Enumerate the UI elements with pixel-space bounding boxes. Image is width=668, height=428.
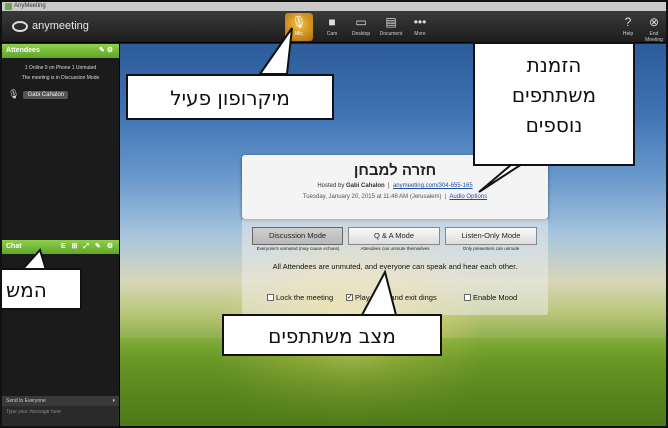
invite-callout-pointer (478, 163, 526, 193)
invite-line-2: משתתפים (511, 83, 597, 107)
participants-mode-callout: מצב משתתפים (222, 314, 442, 356)
mic-active-callout: מיקרופון פעיל (126, 74, 334, 120)
invite-line-3: נוספים (525, 113, 583, 137)
left-partial-callout: המש (2, 268, 82, 310)
left-callout-pointer (19, 248, 48, 271)
app-window: AnyMeeting anymeeting 🎙 Mic ■ Cam ▭ Desk… (0, 0, 668, 428)
left-partial-text: המש (6, 278, 47, 302)
mic-active-text: מיקרופון פעיל (170, 86, 290, 110)
invite-callout: הזמנת משתתפים נוספים (473, 42, 635, 166)
mode-callout-pointer (360, 269, 398, 316)
participants-mode-text: מצב משתתפים (268, 324, 396, 348)
mic-callout-pointer (258, 27, 293, 75)
invite-line-1: הזמנת (526, 53, 582, 77)
